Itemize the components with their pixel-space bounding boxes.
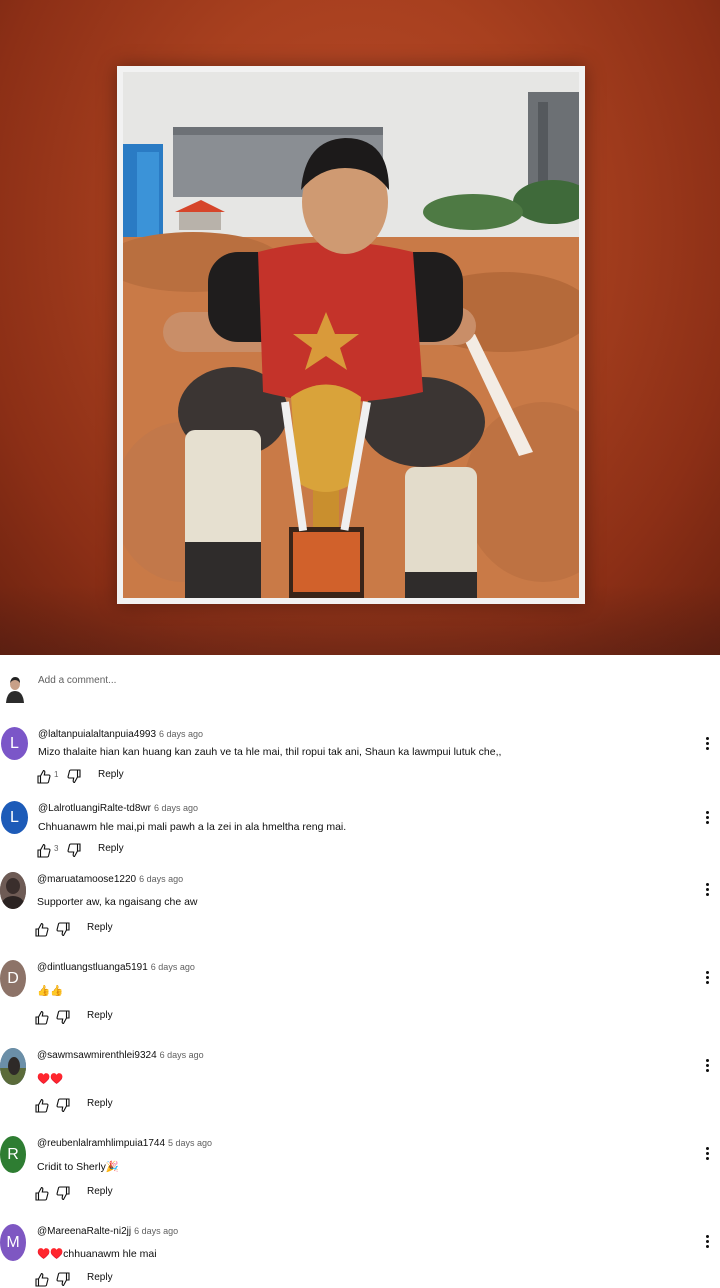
- author-handle[interactable]: @reubenlalramhlimpuia1744: [37, 1138, 165, 1149]
- video-frame: [0, 0, 720, 655]
- avatar[interactable]: M: [0, 1224, 26, 1261]
- like-icon[interactable]: [35, 1098, 49, 1113]
- like-icon[interactable]: [35, 1186, 49, 1201]
- more-options-icon[interactable]: [700, 1058, 714, 1076]
- author-handle[interactable]: @dintluangstluanga5191: [37, 962, 148, 973]
- dislike-icon[interactable]: [56, 1010, 70, 1025]
- rider-with-trophy-image: [123, 72, 579, 598]
- comment-time: 6 days ago: [134, 1226, 179, 1236]
- comment-author[interactable]: @laltanpuialaltanpuia4993 6 days ago: [38, 729, 203, 740]
- reply-button[interactable]: Reply: [87, 1272, 113, 1283]
- comment-time: 6 days ago: [159, 729, 204, 739]
- like-icon[interactable]: [37, 769, 51, 784]
- comment-author[interactable]: @dintluangstluanga5191 6 days ago: [37, 962, 195, 973]
- comment-author[interactable]: @sawmsawmirenthlei9324 6 days ago: [37, 1050, 204, 1061]
- current-user-avatar: [4, 675, 26, 703]
- comment-text: Chhuanawm hle mai,pi mali pawh a la zei …: [38, 821, 347, 833]
- comment-author[interactable]: @maruatamoose1220 6 days ago: [37, 874, 183, 885]
- more-options-icon[interactable]: [700, 1234, 714, 1252]
- reply-button[interactable]: Reply: [98, 843, 124, 854]
- dislike-icon[interactable]: [67, 843, 81, 858]
- reply-button[interactable]: Reply: [87, 922, 113, 933]
- author-handle[interactable]: @maruatamoose1220: [37, 874, 136, 885]
- dislike-icon[interactable]: [56, 1098, 70, 1113]
- comment-author[interactable]: @reubenlalramhlimpuia1744 5 days ago: [37, 1138, 212, 1149]
- more-options-icon[interactable]: [700, 736, 714, 754]
- avatar[interactable]: L: [1, 727, 28, 760]
- comment-text: Mizo thalaite hian kan huang kan zauh ve…: [38, 746, 502, 758]
- avatar[interactable]: [0, 872, 26, 909]
- like-icon[interactable]: [35, 1010, 49, 1025]
- rider-photo: [123, 72, 579, 598]
- author-handle[interactable]: @sawmsawmirenthlei9324: [37, 1050, 157, 1061]
- photo-frame: [117, 66, 585, 604]
- avatar[interactable]: L: [1, 801, 28, 834]
- reply-button[interactable]: Reply: [87, 1186, 113, 1197]
- dislike-icon[interactable]: [56, 922, 70, 937]
- like-icon[interactable]: [37, 843, 51, 858]
- avatar[interactable]: R: [0, 1136, 26, 1173]
- more-options-icon[interactable]: [700, 970, 714, 988]
- avatar[interactable]: D: [0, 960, 26, 997]
- comment-author[interactable]: @LalrotluangiRalte-td8wr 6 days ago: [38, 803, 198, 814]
- comment-time: 5 days ago: [168, 1138, 213, 1148]
- comment-time: 6 days ago: [150, 962, 195, 972]
- more-options-icon[interactable]: [700, 810, 714, 828]
- comment-text: Supporter aw, ka ngaisang che aw: [37, 896, 198, 908]
- like-icon[interactable]: [35, 922, 49, 937]
- author-handle[interactable]: @MareenaRalte-ni2jj: [37, 1226, 131, 1237]
- comment-text: ♥️♥️chhuanawm hle mai: [37, 1248, 157, 1260]
- more-options-icon[interactable]: [700, 882, 714, 900]
- like-count: 3: [54, 844, 59, 853]
- comment-text: ♥️♥️: [37, 1073, 64, 1085]
- add-comment-input[interactable]: [38, 672, 638, 688]
- reply-button[interactable]: Reply: [87, 1098, 113, 1109]
- comment-text: Cridit to Sherly🎉: [37, 1161, 119, 1173]
- dislike-icon[interactable]: [67, 769, 81, 784]
- comment-time: 6 days ago: [139, 874, 184, 884]
- comment-author[interactable]: @MareenaRalte-ni2jj 6 days ago: [37, 1226, 178, 1237]
- author-handle[interactable]: @LalrotluangiRalte-td8wr: [38, 803, 151, 814]
- like-count: 1: [54, 770, 59, 779]
- comment-text: 👍👍: [37, 985, 64, 997]
- reply-button[interactable]: Reply: [87, 1010, 113, 1021]
- author-handle[interactable]: @laltanpuialaltanpuia4993: [38, 729, 156, 740]
- dislike-icon[interactable]: [56, 1186, 70, 1201]
- reply-button[interactable]: Reply: [98, 769, 124, 780]
- comment-time: 6 days ago: [159, 1050, 204, 1060]
- avatar[interactable]: [0, 1048, 26, 1085]
- comment-time: 6 days ago: [153, 803, 199, 813]
- more-options-icon[interactable]: [700, 1146, 714, 1164]
